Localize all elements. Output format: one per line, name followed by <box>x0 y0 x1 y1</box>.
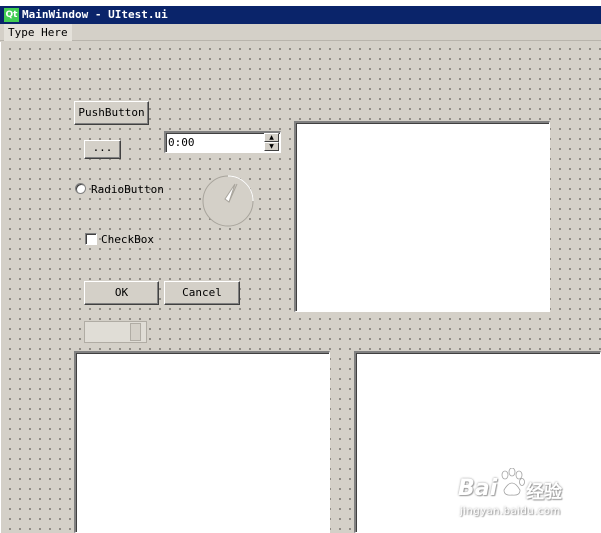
menu-bar <box>0 24 601 41</box>
time-edit-up-arrow-icon[interactable]: ▲ <box>264 133 279 142</box>
cancel-button[interactable]: Cancel <box>164 281 240 305</box>
window-title: MainWindow - UItest.ui <box>22 8 168 21</box>
watermark: Bai 经验 jingyan.baidu.com <box>458 468 598 528</box>
qt-logo-icon: Qt <box>4 8 19 22</box>
radio-circle-icon[interactable] <box>75 183 86 194</box>
time-edit-value: 0:00 <box>168 136 195 149</box>
horizontal-scroll-bar[interactable] <box>84 321 147 343</box>
watermark-url: jingyan.baidu.com <box>460 506 561 517</box>
tool-button[interactable]: ... <box>84 140 121 159</box>
frame-bottom-left[interactable] <box>74 351 330 533</box>
dial[interactable] <box>201 175 256 230</box>
watermark-suffix: 经验 <box>526 482 562 503</box>
push-button[interactable]: PushButton <box>74 101 149 125</box>
window-title-bar[interactable]: MainWindow - UItest.ui <box>0 6 601 24</box>
checkbox-label[interactable]: CheckBox <box>101 233 154 246</box>
menu-item-type-here[interactable]: Type Here <box>4 24 72 41</box>
radio-button-label[interactable]: RadioButton <box>91 183 164 196</box>
ok-button[interactable]: OK <box>84 281 159 305</box>
checkbox-square-icon[interactable] <box>85 233 97 245</box>
frame-top-right[interactable] <box>294 121 550 312</box>
time-edit-down-arrow-icon[interactable]: ▼ <box>264 142 279 151</box>
watermark-brand: Bai <box>458 476 498 501</box>
paw-icon <box>501 468 525 496</box>
scroll-bar-handle[interactable] <box>130 323 141 341</box>
